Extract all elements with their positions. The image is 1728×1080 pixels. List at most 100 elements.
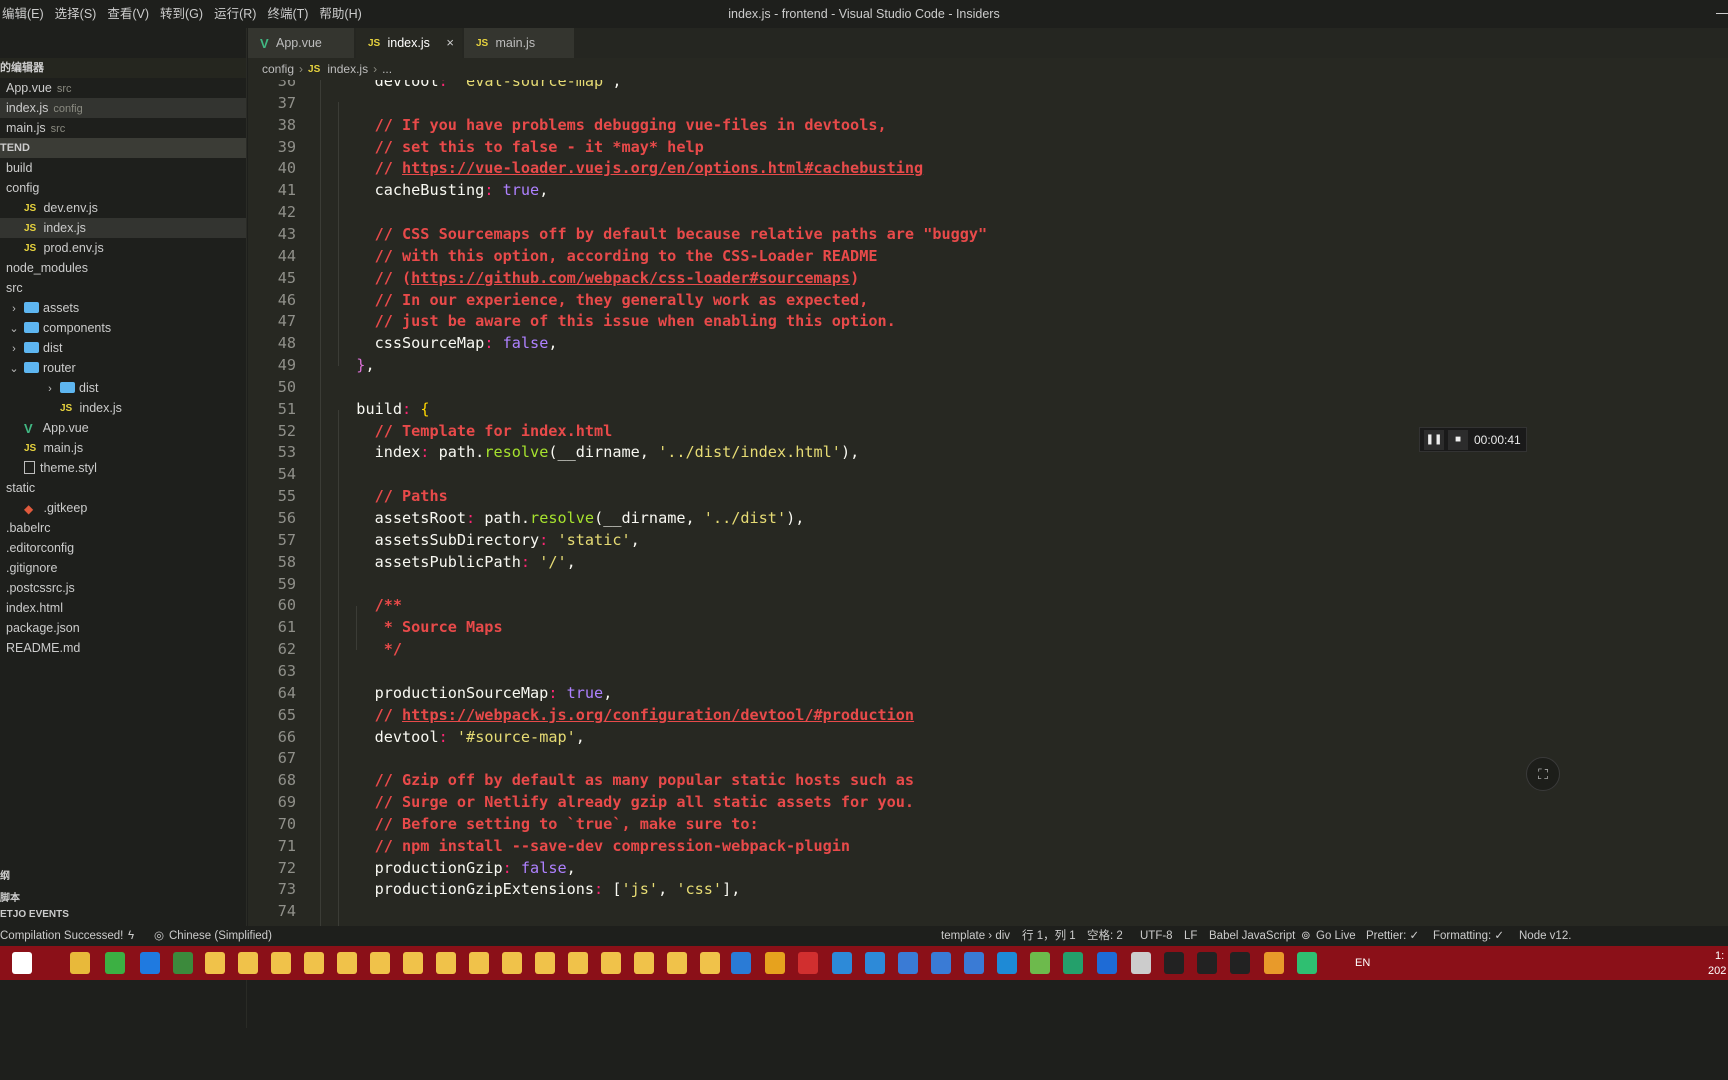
go-live-button[interactable]: Go Live [1316,926,1356,946]
compile-status[interactable]: Compilation Successed! [0,926,123,946]
code-line[interactable]: 64 productionSourceMap: true, [248,682,1728,704]
code-line[interactable]: 38 // If you have problems debugging vue… [248,114,1728,136]
code-line[interactable]: 40 // https://vue-loader.vuejs.org/en/op… [248,157,1728,179]
code-line[interactable]: 60 /** [248,594,1728,616]
code-line[interactable]: 39 // set this to false - it *may* help [248,136,1728,158]
tree-folder[interactable]: › dist [0,338,246,358]
tree-file[interactable]: src [0,278,246,298]
events-section[interactable]: ETJO EVENTS [0,909,69,920]
code-line[interactable]: 69 // Surge or Netlify already gzip all … [248,791,1728,813]
tree-file[interactable]: JS dev.env.js [0,198,246,218]
ie-icon[interactable] [898,952,918,974]
pause-button[interactable]: ❚❚ [1424,429,1444,450]
tree-file[interactable]: theme.styl [0,458,246,478]
menu-item[interactable]: 选择(S) [53,0,106,28]
tree-file[interactable]: .postcssrc.js [0,578,246,598]
app-icon[interactable] [1131,952,1151,974]
tree-file[interactable]: JS main.js [0,438,246,458]
code-line[interactable]: 43 // CSS Sourcemaps off by default beca… [248,223,1728,245]
code-line[interactable]: 73 productionGzipExtensions: ['js', 'css… [248,878,1728,900]
app-icon[interactable] [865,952,885,974]
folder-icon[interactable] [469,952,489,974]
code-line[interactable]: 63 [248,660,1728,682]
terminal-icon[interactable] [1164,952,1184,974]
menu-item[interactable]: 查看(V) [105,0,158,28]
chrome-icon[interactable] [70,952,90,974]
code-line[interactable]: 62 */ [248,638,1728,660]
tree-folder[interactable]: ⌄ components [0,318,246,339]
tree-file[interactable]: node_modules [0,258,246,278]
code-line[interactable]: 70 // Before setting to `true`, make sur… [248,813,1728,835]
ie-icon[interactable] [964,952,984,974]
input-method[interactable]: EN [1355,946,1370,980]
folder-icon[interactable] [370,952,390,974]
folder-icon[interactable] [436,952,456,974]
terminal-icon[interactable] [1197,952,1217,974]
ie-icon[interactable] [931,952,951,974]
folder-icon[interactable] [238,952,258,974]
tree-file[interactable]: config [0,178,246,198]
indentation[interactable]: 空格: 2 [1087,926,1123,946]
folder-icon[interactable] [271,952,291,974]
app-icon[interactable] [765,952,785,974]
code-editor[interactable]: 36 devtool: 'eval-source-map', 37 38 // If… [248,80,1728,926]
prettier-status[interactable]: Prettier: ✓ [1366,926,1419,946]
terminal-icon[interactable] [1230,952,1250,974]
code-line[interactable]: 46 // In our experience, they generally … [248,289,1728,311]
vscode-icon[interactable] [731,952,751,974]
folder-icon[interactable] [568,952,588,974]
project-header[interactable]: TEND [0,138,246,158]
tab-app-vue[interactable]: V App.vue [248,28,354,58]
browser-icon[interactable] [105,952,125,974]
code-line[interactable]: 59 [248,573,1728,595]
menu-item[interactable]: 转到(G) [158,0,212,28]
language-pack[interactable]: Chinese (Simplified) [169,926,272,946]
folder-icon[interactable] [634,952,654,974]
code-line[interactable]: 61 * Source Maps [248,616,1728,638]
tree-file[interactable]: README.md [0,638,246,658]
folder-icon[interactable] [535,952,555,974]
lightning-icon[interactable]: ϟ [128,926,134,946]
code-line[interactable]: 45 // (https://github.com/webpack/css-lo… [248,267,1728,289]
code-line[interactable]: 42 [248,201,1728,223]
outline-section[interactable]: 纲 [0,867,10,882]
folder-icon[interactable] [667,952,687,974]
code-line[interactable]: 66 devtool: '#source-map', [248,726,1728,748]
code-line[interactable]: 74 [248,900,1728,922]
encoding[interactable]: UTF-8 [1140,926,1173,946]
folder-icon[interactable] [403,952,423,974]
tree-file[interactable]: index.html [0,598,246,618]
menu-item[interactable]: 帮助(H) [317,0,370,28]
folder-icon[interactable] [205,952,225,974]
language-mode[interactable]: Babel JavaScript [1209,926,1295,946]
folder-icon[interactable] [337,952,357,974]
chevron-down-icon[interactable]: ⌄ [8,319,20,339]
code-line[interactable]: 72 productionGzip: false, [248,857,1728,879]
tree-file[interactable]: .babelrc [0,518,246,538]
code-line[interactable]: 54 [248,463,1728,485]
tree-file[interactable]: build [0,158,246,178]
screenshot-icon[interactable]: ⛶ [1526,757,1560,791]
code-line[interactable]: 36 devtool: 'eval-source-map', [248,80,1728,92]
code-line[interactable]: 48 cssSourceMap: false, [248,332,1728,354]
formatting-status[interactable]: Formatting: ✓ [1433,926,1504,946]
pycharm-icon[interactable] [1297,952,1317,974]
app-icon[interactable] [832,952,852,974]
stop-button[interactable]: ■ [1448,429,1468,450]
code-line[interactable]: 71 // npm install --save-dev compression… [248,835,1728,857]
breadcrumb-file[interactable]: index.js [327,62,368,76]
code-line[interactable]: 51 build: { [248,398,1728,420]
tree-file[interactable]: JS prod.env.js [0,238,246,258]
dictionary-icon[interactable] [798,952,818,974]
open-editor-item[interactable]: index.js config [0,98,246,118]
qq-icon[interactable] [140,952,160,974]
tree-file[interactable]: package.json [0,618,246,638]
cursor-position[interactable]: 行 1，列 1 [1022,926,1076,946]
menu-item[interactable]: 终端(T) [265,0,317,28]
clock-date[interactable]: 202 [1708,954,1726,988]
open-editors-header[interactable]: 的编辑器 [0,58,246,78]
tree-file[interactable]: .gitignore [0,558,246,578]
search-icon[interactable] [1264,952,1284,974]
code-line[interactable]: 49 }, [248,354,1728,376]
code-line[interactable]: 41 cacheBusting: true, [248,179,1728,201]
